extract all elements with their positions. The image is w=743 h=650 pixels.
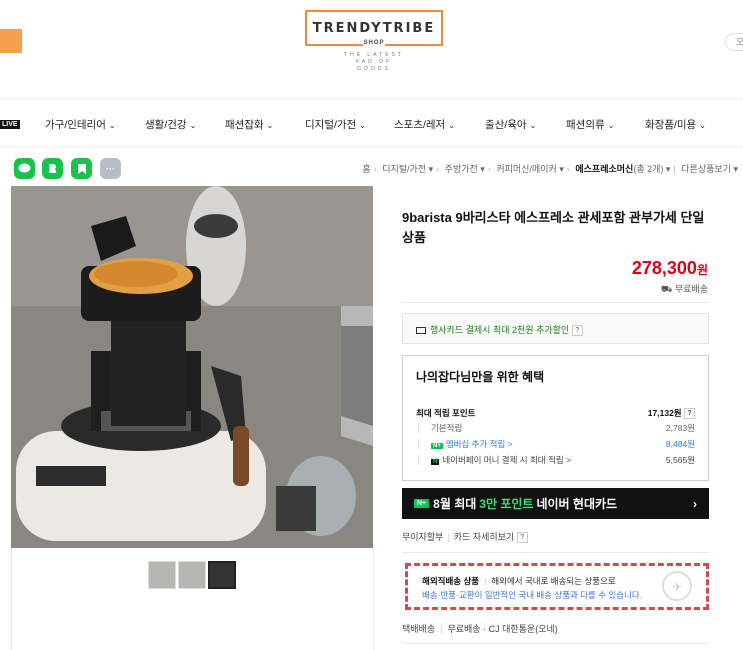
thumbnail-3-selected[interactable] [208, 561, 236, 589]
chevron-down-icon: ⌄ [529, 121, 537, 130]
live-badge[interactable]: LIVE [0, 120, 20, 129]
benefit-box: 나의잡다님만을 위한 혜택 최대 적립 포인트 17,132원 ? 기본적립 2… [402, 355, 709, 481]
overseas-shipping-notice: 해외직배송 상품 | 해외에서 국내로 배송되는 상품으로 배송·반품·교환이 일반… [405, 563, 709, 610]
chevron-down-icon: ⌄ [359, 121, 366, 130]
logo-tagline: THE LATEST FAD OF GOODS [344, 52, 404, 72]
logo-shop: SHOP [363, 40, 385, 46]
crumb-home[interactable]: 홈 [362, 164, 370, 174]
card-promo-box[interactable]: 행사카드 결제시 최대 2천원 추가할인 ? [402, 313, 709, 344]
max-points-row: 최대 적립 포인트 17,132원 ? [416, 407, 695, 420]
chevron-down-icon: ⌄ [448, 121, 455, 130]
product-price: 278,300원 [631, 258, 708, 278]
chevron-right-icon: › [693, 496, 697, 511]
membership-points-row[interactable]: N+ 멤버십 추가 적립 > 8,484원 [416, 438, 695, 450]
more-share-icon[interactable]: ··· [100, 158, 121, 179]
bookmark-icon[interactable] [71, 158, 92, 179]
card-icon [416, 327, 426, 335]
crumb-coffee[interactable]: 커피머신/메이커 [496, 164, 556, 174]
installment-info: 무이자할부 | 카드 자세히보기 ? [402, 530, 528, 544]
card-detail-link[interactable]: 카드 자세히보기 [454, 532, 514, 542]
divider [0, 147, 743, 148]
help-icon[interactable]: ? [571, 325, 583, 337]
card-promo-text: 행사카드 결제시 최대 2천원 추가할인 [430, 325, 570, 335]
crumb-digital[interactable]: 디지털/가전 [382, 164, 426, 174]
share-band-icon[interactable] [42, 158, 63, 179]
nav-item-living[interactable]: 생활/건강 ⌄ [145, 117, 196, 132]
basic-points-row: 기본적립 2,783원 [416, 422, 695, 434]
chevron-down-icon: ⌄ [607, 121, 615, 130]
nav-item-furniture[interactable]: 가구/인테리어 ⌄ [45, 117, 116, 132]
thumbnail-2[interactable] [178, 561, 206, 589]
shipping-info: ⛟ 무료배송 [661, 284, 708, 294]
nav-item-sports[interactable]: 스포츠/레저 ⌄ [394, 117, 455, 132]
divider [402, 643, 709, 644]
product-title: 9barista 9바리스타 에스프레소 관세포함 관부가세 단일상품 [402, 210, 705, 245]
top-right-button[interactable]: 오 [725, 33, 743, 51]
naver-pay-icon: N [431, 459, 440, 465]
divider [0, 99, 743, 100]
pay-points-row[interactable]: N 네이버페이 머니 결제 시 최대 적립 > 5,565원 [416, 454, 695, 466]
orange-tab[interactable] [0, 29, 22, 53]
logo-name: TRENDYTRIBE [312, 20, 436, 36]
thumbnail-1[interactable] [148, 561, 176, 589]
help-icon[interactable]: ? [516, 532, 528, 544]
airplane-stamp-icon: ✈ [662, 571, 692, 601]
divider [11, 548, 12, 650]
divider [402, 552, 709, 553]
crumb-count: (총 2개) [633, 164, 664, 174]
divider [373, 548, 374, 650]
nav-item-digital[interactable]: 디지털/가전 ⌄ [305, 117, 366, 132]
card-event-banner[interactable]: N+ 8월 최대 3만 포인트 네이버 현대카드 › [402, 488, 709, 519]
crumb-espresso[interactable]: 에스프레소머신 [575, 164, 633, 174]
help-icon[interactable]: ? [684, 408, 695, 420]
divider [402, 302, 709, 303]
naver-plus-icon: N+ [431, 443, 443, 449]
category-nav: LIVE 가구/인테리어 ⌄ 생활/건강 ⌄ 패션잡화 ⌄ 디지털/가전 ⌄ 스포츠/레… [0, 117, 743, 135]
thumbnail-list [148, 561, 236, 589]
share-talk-icon[interactable] [14, 158, 35, 179]
nav-item-clothing[interactable]: 패션의류 ⌄ [566, 117, 614, 132]
chevron-down-icon: ⌄ [189, 121, 197, 130]
breadcrumb: 홈 › 디지털/가전 ▾ › 주방가전 ▾ › 커피머신/메이커 ▾ › 에스프레소머신… [362, 164, 738, 174]
chevron-down-icon: ⌄ [108, 121, 116, 130]
crumb-kitchen[interactable]: 주방가전 [445, 164, 478, 174]
nav-item-baby[interactable]: 출산/육아 ⌄ [485, 117, 536, 132]
delivery-info: 택배배송 | 무료배송 · CJ 대한통운(오네) [402, 624, 558, 634]
chevron-down-icon: ⌄ [699, 121, 706, 130]
naver-plus-badge-icon: N+ [414, 499, 430, 508]
truck-icon: ⛟ [661, 284, 673, 294]
chevron-down-icon: ⌄ [266, 121, 274, 130]
benefit-title: 나의잡다님만을 위한 혜택 [416, 370, 545, 384]
store-logo[interactable]: TRENDYTRIBE SHOP THE LATEST FAD OF GOODS [305, 10, 443, 76]
nav-item-beauty[interactable]: 화장품/미용 ⌄ [645, 117, 706, 132]
nav-item-fashion-goods[interactable]: 패션잡화 ⌄ [225, 117, 273, 132]
product-main-image[interactable] [11, 186, 373, 548]
other-products-link[interactable]: 다른상품보기 [681, 164, 731, 174]
